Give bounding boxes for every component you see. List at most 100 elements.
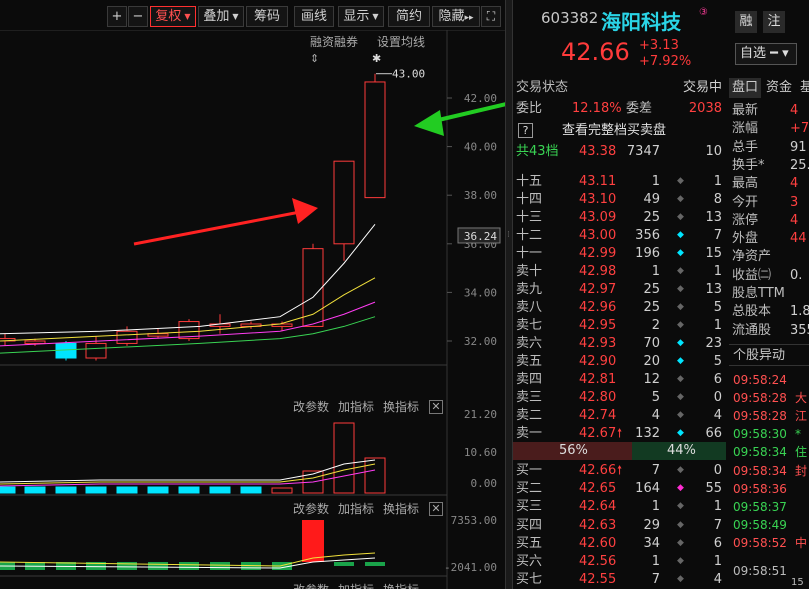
alert-row[interactable]: 09:58:34 封 bbox=[733, 462, 807, 480]
tab-zijin[interactable]: 资金 bbox=[763, 78, 795, 98]
tab-pankou[interactable]: 盘口 bbox=[729, 78, 762, 98]
full-book-row[interactable]: ? 查看完整档买卖盘 bbox=[513, 121, 726, 140]
diamond-icon: ◆ bbox=[677, 574, 684, 585]
stat-label: 净资产 bbox=[732, 249, 772, 265]
sub2-add-indicator[interactable]: 加指标 bbox=[338, 500, 374, 517]
bid-row[interactable]: 买四 42.63 29 ◆ 7 bbox=[513, 516, 726, 535]
diamond-icon: ◆ bbox=[677, 556, 684, 566]
stat-label: 股息TTM bbox=[732, 286, 785, 301]
diamond-icon: ◆ bbox=[677, 483, 684, 494]
sub1-add-indicator[interactable]: 加指标 bbox=[338, 398, 374, 415]
diamond-icon: ◆ bbox=[677, 537, 684, 548]
ask-row[interactable]: 十一 42.99 196 ◆ 15 bbox=[513, 244, 726, 263]
zhu-button[interactable]: 注 bbox=[763, 11, 785, 33]
green-arrow-head bbox=[414, 110, 444, 136]
tab-ji[interactable]: 基 bbox=[797, 78, 809, 98]
rzrq-link[interactable]: 融资融券 bbox=[310, 33, 358, 50]
ask-row[interactable]: 卖五 42.90 20 ◆ 5 bbox=[513, 352, 726, 371]
level-label: 卖九 bbox=[516, 282, 543, 297]
ma-setting-link[interactable]: 设置均线 bbox=[377, 33, 425, 50]
kline-chart-area[interactable]: 42.00 40.00 38.00 36.00 34.00 32.00 36.24 43.00… bbox=[0, 30, 505, 589]
ask-row[interactable]: 十二 43.00 356 ◆ 7 bbox=[513, 226, 726, 245]
rong-button[interactable]: 融 bbox=[735, 11, 757, 33]
level-count: 8 bbox=[713, 192, 722, 207]
sub1-swap-indicator[interactable]: 换指标 bbox=[383, 398, 419, 415]
fuquan-dropdown[interactable]: 复权 ▼ bbox=[150, 6, 196, 27]
bid-row[interactable]: 买一 42.66 🠕 7 ◆ 0 bbox=[513, 461, 726, 480]
sub2-change-params[interactable]: 改参数 bbox=[293, 500, 329, 517]
sub3-swap-indicator[interactable]: 换指标 bbox=[383, 581, 419, 589]
ask-row[interactable]: 卖八 42.96 25 ◆ 5 bbox=[513, 298, 726, 317]
xianshi-dropdown[interactable]: 显示 ▼ bbox=[338, 6, 384, 27]
bid-row[interactable]: 买五 42.60 34 ◆ 6 bbox=[513, 534, 726, 553]
alert-row[interactable]: 09:58:36 bbox=[733, 480, 787, 498]
sub1-close-icon[interactable]: ✕ bbox=[429, 400, 443, 414]
sub1-tick-label: 0.00 bbox=[471, 477, 498, 490]
sub3-change-params[interactable]: 改参数 bbox=[293, 581, 329, 589]
level-price: 42.67 bbox=[579, 426, 617, 441]
zixuan-dropdown[interactable]: 自选 ━ ▾ bbox=[735, 43, 797, 65]
change-abs: +3.13 bbox=[639, 38, 679, 53]
level-price: 42.99 bbox=[579, 246, 617, 261]
quote-stat-row: 最高 4 bbox=[732, 175, 809, 193]
sub2-swap-indicator[interactable]: 换指标 bbox=[383, 500, 419, 517]
ask-row[interactable]: 卖十 42.98 1 ◆ 1 bbox=[513, 262, 726, 281]
zoom-in-button[interactable]: + bbox=[107, 6, 127, 27]
fullscreen-button[interactable]: ⛶ bbox=[481, 6, 501, 27]
sub2-bar bbox=[117, 562, 137, 570]
ask-row[interactable]: 卖三 42.80 5 ◆ 0 bbox=[513, 388, 726, 407]
ask-row[interactable]: 十三 43.09 25 ◆ 13 bbox=[513, 208, 726, 227]
quote-stat-row: 涨幅 +7. bbox=[732, 120, 809, 138]
ask-row[interactable]: 卖二 42.74 4 ◆ 4 bbox=[513, 406, 726, 425]
ask-row[interactable]: 卖六 42.93 70 ◆ 23 bbox=[513, 334, 726, 353]
alert-row[interactable]: 09:58:24 bbox=[733, 371, 787, 389]
ask-row[interactable]: 卖一 42.67 🠕 132 ◆ 66 bbox=[513, 424, 726, 443]
alert-row[interactable]: 09:58:28 大 bbox=[733, 389, 807, 407]
volume-bar bbox=[333, 422, 355, 494]
panel-splitter[interactable]: ⁞ bbox=[505, 0, 513, 589]
alert-row[interactable]: 09:58:49 bbox=[733, 516, 787, 534]
weibi-row: 委比 12.18% 委差 2038 bbox=[513, 99, 726, 118]
alert-row[interactable]: 09:58:34 住 bbox=[733, 443, 807, 461]
sub3-add-indicator[interactable]: 加指标 bbox=[338, 581, 374, 589]
help-icon[interactable]: ? bbox=[518, 123, 533, 138]
yincang-button[interactable]: 隐藏▸▸ bbox=[432, 6, 480, 27]
jianyue-button[interactable]: 简约 bbox=[388, 6, 430, 27]
alert-row[interactable]: 09:58:37 bbox=[733, 498, 787, 516]
diamond-icon: ◆ bbox=[677, 374, 684, 384]
ask-row[interactable]: 十五 43.11 1 ◆ 1 bbox=[513, 172, 726, 191]
diejia-dropdown[interactable]: 叠加 ▼ bbox=[198, 6, 244, 27]
huaxian-button[interactable]: 画线 bbox=[294, 6, 334, 27]
more-arrows-icon: ▸▸ bbox=[464, 13, 474, 23]
stock-name[interactable]: 海阳科技 bbox=[601, 6, 681, 35]
alert-row[interactable]: 09:58:28 江 bbox=[733, 407, 807, 425]
bid-row[interactable]: 买七 42.55 7 ◆ 4 bbox=[513, 570, 726, 589]
sub1-change-params[interactable]: 改参数 bbox=[293, 398, 329, 415]
ask-row[interactable]: 十四 43.10 49 ◆ 8 bbox=[513, 190, 726, 209]
quote-stat-row: 总手 91 bbox=[732, 139, 809, 157]
chouma-button[interactable]: 筹码 bbox=[246, 6, 288, 27]
bid-row[interactable]: 买六 42.56 1 ◆ 1 bbox=[513, 552, 726, 571]
alert-row[interactable]: 09:58:30 * bbox=[733, 425, 801, 443]
total-price: 43.38 bbox=[579, 144, 617, 159]
ask-row[interactable]: 卖七 42.95 2 ◆ 1 bbox=[513, 316, 726, 335]
ask-row[interactable]: 卖四 42.81 12 ◆ 6 bbox=[513, 370, 726, 389]
bid-row[interactable]: 买二 42.65 164 ◆ 55 bbox=[513, 479, 726, 498]
level-volume: 4 bbox=[651, 408, 660, 423]
time-value: 09:58:51 bbox=[733, 564, 787, 578]
level-count: 0 bbox=[713, 390, 722, 405]
zoom-out-button[interactable]: − bbox=[128, 6, 148, 27]
quote-stat-row: 外盘 44 bbox=[732, 230, 809, 248]
level-volume: 7 bbox=[651, 463, 660, 478]
ask-row[interactable]: 卖九 42.97 25 ◆ 13 bbox=[513, 280, 726, 299]
bid-row[interactable]: 买三 42.64 1 ◆ 1 bbox=[513, 497, 726, 516]
quote-stat-row: 总股本 1.81 bbox=[732, 303, 809, 321]
sub2-close-icon[interactable]: ✕ bbox=[429, 502, 443, 516]
alert-time: 09:58:36 bbox=[733, 481, 787, 496]
alert-row[interactable]: 09:58:52 中 bbox=[733, 534, 807, 552]
diamond-icon: ◆ bbox=[677, 338, 684, 348]
diamond-icon: ◆ bbox=[677, 501, 684, 512]
diejia-label: 叠加 bbox=[203, 9, 230, 24]
full-book-link[interactable]: 查看完整档买卖盘 bbox=[562, 121, 666, 140]
level-price: 42.74 bbox=[579, 408, 617, 423]
